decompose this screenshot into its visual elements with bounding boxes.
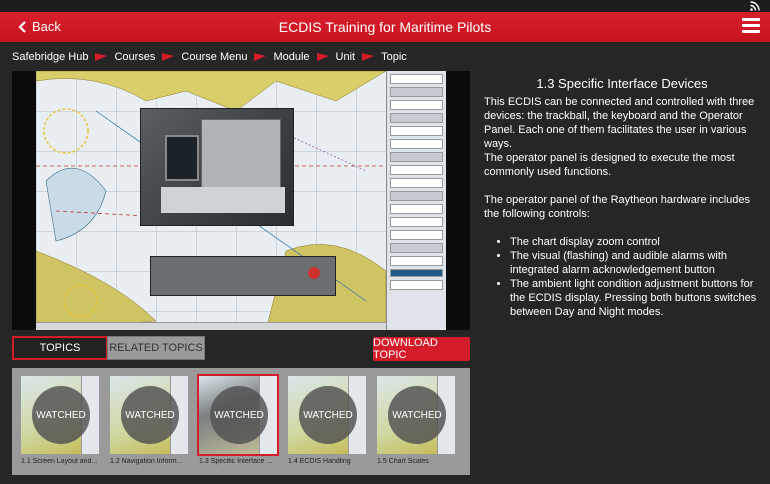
tab-related-topics[interactable]: RELATED TOPICS: [107, 336, 205, 360]
topic-heading: 1.3 Specific Interface Devices: [536, 76, 708, 91]
topic-media-viewer[interactable]: [12, 71, 470, 330]
ecdis-chart-screenshot: [36, 71, 446, 330]
topic-thumbnail: WATCHED: [377, 376, 455, 454]
ecdis-side-panel: [386, 71, 446, 330]
operator-panel-photo: [150, 256, 336, 296]
operator-console-photo: [140, 108, 294, 226]
topic-caption: 1.2 Navigation Inform...: [110, 458, 183, 465]
topic-thumbnail: WATCHED: [21, 376, 99, 454]
page-title: ECDIS Training for Maritime Pilots: [278, 19, 492, 35]
watched-badge: WATCHED: [210, 386, 268, 444]
topic-card[interactable]: WATCHED 1.2 Navigation Inform...: [110, 376, 188, 468]
topic-card[interactable]: WATCHED 1.4 ECDIS Handling: [288, 376, 366, 468]
controls-list: The chart display zoom control The visua…: [484, 235, 760, 319]
topic-card-active[interactable]: WATCHED 1.3 Specific Interface ...: [197, 374, 279, 468]
hamburger-menu-icon[interactable]: [742, 18, 760, 34]
topic-caption: 1.3 Specific Interface ...: [199, 458, 273, 465]
topics-carousel: WATCHED 1.1 Screen Layout and... WATCHED…: [12, 368, 470, 475]
topic-caption: 1.1 Screen Layout and...: [21, 458, 98, 465]
watched-badge: WATCHED: [121, 386, 179, 444]
flag-separator-icon: [254, 53, 267, 61]
description-paragraph: This ECDIS can be connected and controll…: [484, 96, 755, 150]
rss-icon[interactable]: [750, 1, 760, 11]
breadcrumb: Safebridge Hub Courses Course Menu Modul…: [12, 51, 407, 63]
breadcrumb-item[interactable]: Unit: [336, 51, 356, 63]
topic-card[interactable]: WATCHED 1.5 Chart Scales: [377, 376, 455, 468]
breadcrumb-item[interactable]: Module: [273, 51, 309, 63]
download-topic-button[interactable]: DOWNLOAD TOPIC: [373, 337, 470, 361]
tab-topics[interactable]: TOPICS: [12, 336, 108, 360]
app-header: Back ECDIS Training for Maritime Pilots: [0, 12, 770, 42]
watched-badge: WATCHED: [32, 386, 90, 444]
topic-thumbnail: WATCHED: [197, 374, 279, 456]
topic-caption: 1.5 Chart Scales: [377, 458, 429, 465]
breadcrumb-item[interactable]: Courses: [114, 51, 155, 63]
topic-description: 1.3 Specific Interface Devices This ECDI…: [484, 77, 760, 319]
description-paragraph: The operator panel is designed to execut…: [484, 152, 735, 178]
topic-thumbnail: WATCHED: [110, 376, 188, 454]
breadcrumb-item[interactable]: Topic: [381, 51, 407, 63]
flag-separator-icon: [95, 53, 108, 61]
topic-card[interactable]: WATCHED 1.1 Screen Layout and...: [21, 376, 99, 468]
breadcrumb-item[interactable]: Safebridge Hub: [12, 51, 88, 63]
topic-caption: 1.4 ECDIS Handling: [288, 458, 351, 465]
flag-separator-icon: [316, 53, 329, 61]
watched-badge: WATCHED: [299, 386, 357, 444]
description-paragraph: The operator panel of the Raytheon hardw…: [484, 194, 751, 220]
list-item: The ambient light condition adjustment b…: [510, 277, 760, 319]
flag-separator-icon: [362, 53, 375, 61]
chart-status-bar: [36, 322, 386, 330]
watched-badge: WATCHED: [388, 386, 446, 444]
top-status-strip: [0, 0, 770, 12]
breadcrumb-item[interactable]: Course Menu: [181, 51, 247, 63]
list-item: The chart display zoom control: [510, 235, 760, 249]
flag-separator-icon: [162, 53, 175, 61]
list-item: The visual (flashing) and audible alarms…: [510, 249, 760, 277]
topic-thumbnail: WATCHED: [288, 376, 366, 454]
